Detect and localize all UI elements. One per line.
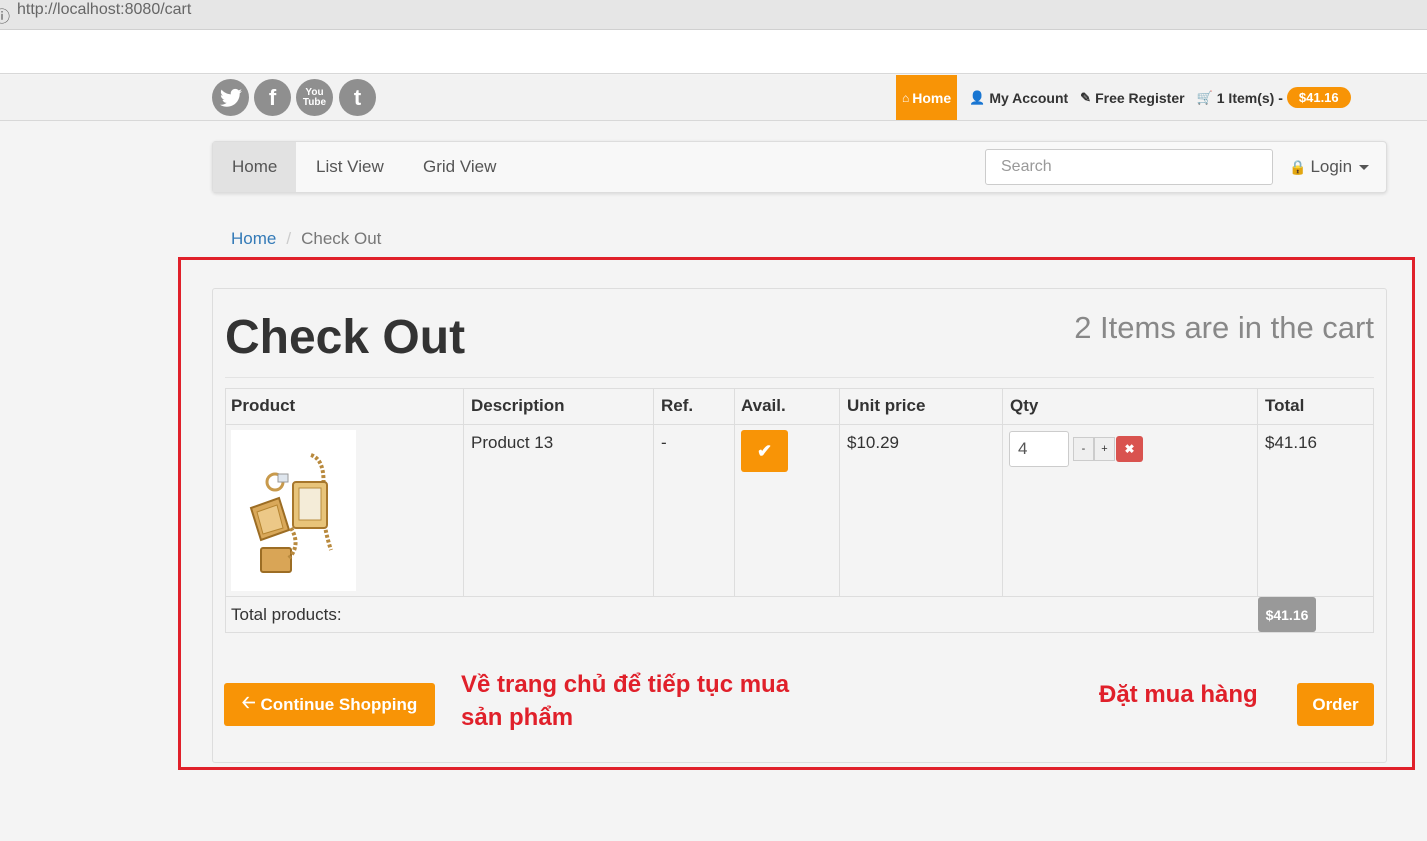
top-nav-register-label: Free Register xyxy=(1095,89,1185,106)
breadcrumb-current: Check Out xyxy=(301,229,382,248)
login-dropdown[interactable]: 🔒 Login xyxy=(1289,142,1370,192)
header-strip xyxy=(0,30,1427,74)
nav-grid-view[interactable]: Grid View xyxy=(404,142,515,192)
twitter-icon[interactable] xyxy=(212,79,249,116)
youtube-icon[interactable]: You Tube xyxy=(296,79,333,116)
top-nav: ⌂ Home 👤 My Account ✎ Free Register 🛒 1 … xyxy=(896,75,1351,120)
top-nav-account-label: My Account xyxy=(989,89,1069,106)
cart-icon: 🛒 xyxy=(1196,89,1213,105)
caret-down-icon xyxy=(1359,164,1370,170)
login-label: Login xyxy=(1310,157,1353,176)
info-icon: ⓘ xyxy=(0,9,11,26)
facebook-icon[interactable]: f xyxy=(254,79,291,116)
edit-icon: ✎ xyxy=(1080,89,1092,105)
nav-home[interactable]: Home xyxy=(213,142,297,192)
breadcrumb: Home / Check Out xyxy=(231,229,381,249)
top-nav-home-label: Home xyxy=(912,89,952,106)
top-nav-account[interactable]: 👤 My Account xyxy=(969,90,1068,106)
annotation-frame xyxy=(178,257,1415,770)
browser-address-bar: ⓘ http://localhost:8080/cart xyxy=(0,0,1427,30)
top-nav-home[interactable]: ⌂ Home xyxy=(896,75,958,120)
user-icon: 👤 xyxy=(969,89,986,105)
lock-icon: 🔒 xyxy=(1289,158,1307,175)
search-input[interactable] xyxy=(985,149,1273,185)
nav-list-view[interactable]: List View xyxy=(297,142,403,192)
top-nav-cart[interactable]: 🛒 1 Item(s) - $41.16 xyxy=(1197,87,1351,108)
address-url[interactable]: http://localhost:8080/cart xyxy=(17,1,191,19)
home-icon: ⌂ xyxy=(902,90,910,105)
tumblr-icon[interactable]: t xyxy=(339,79,376,116)
breadcrumb-home[interactable]: Home xyxy=(231,229,276,249)
cart-items-label: 1 Item(s) - xyxy=(1216,89,1283,106)
top-nav-register[interactable]: ✎ Free Register xyxy=(1080,90,1184,106)
cart-amount-badge: $41.16 xyxy=(1286,87,1351,108)
breadcrumb-separator: / xyxy=(286,229,292,248)
main-navbar: Home List View Grid View 🔒 Login xyxy=(212,141,1387,193)
